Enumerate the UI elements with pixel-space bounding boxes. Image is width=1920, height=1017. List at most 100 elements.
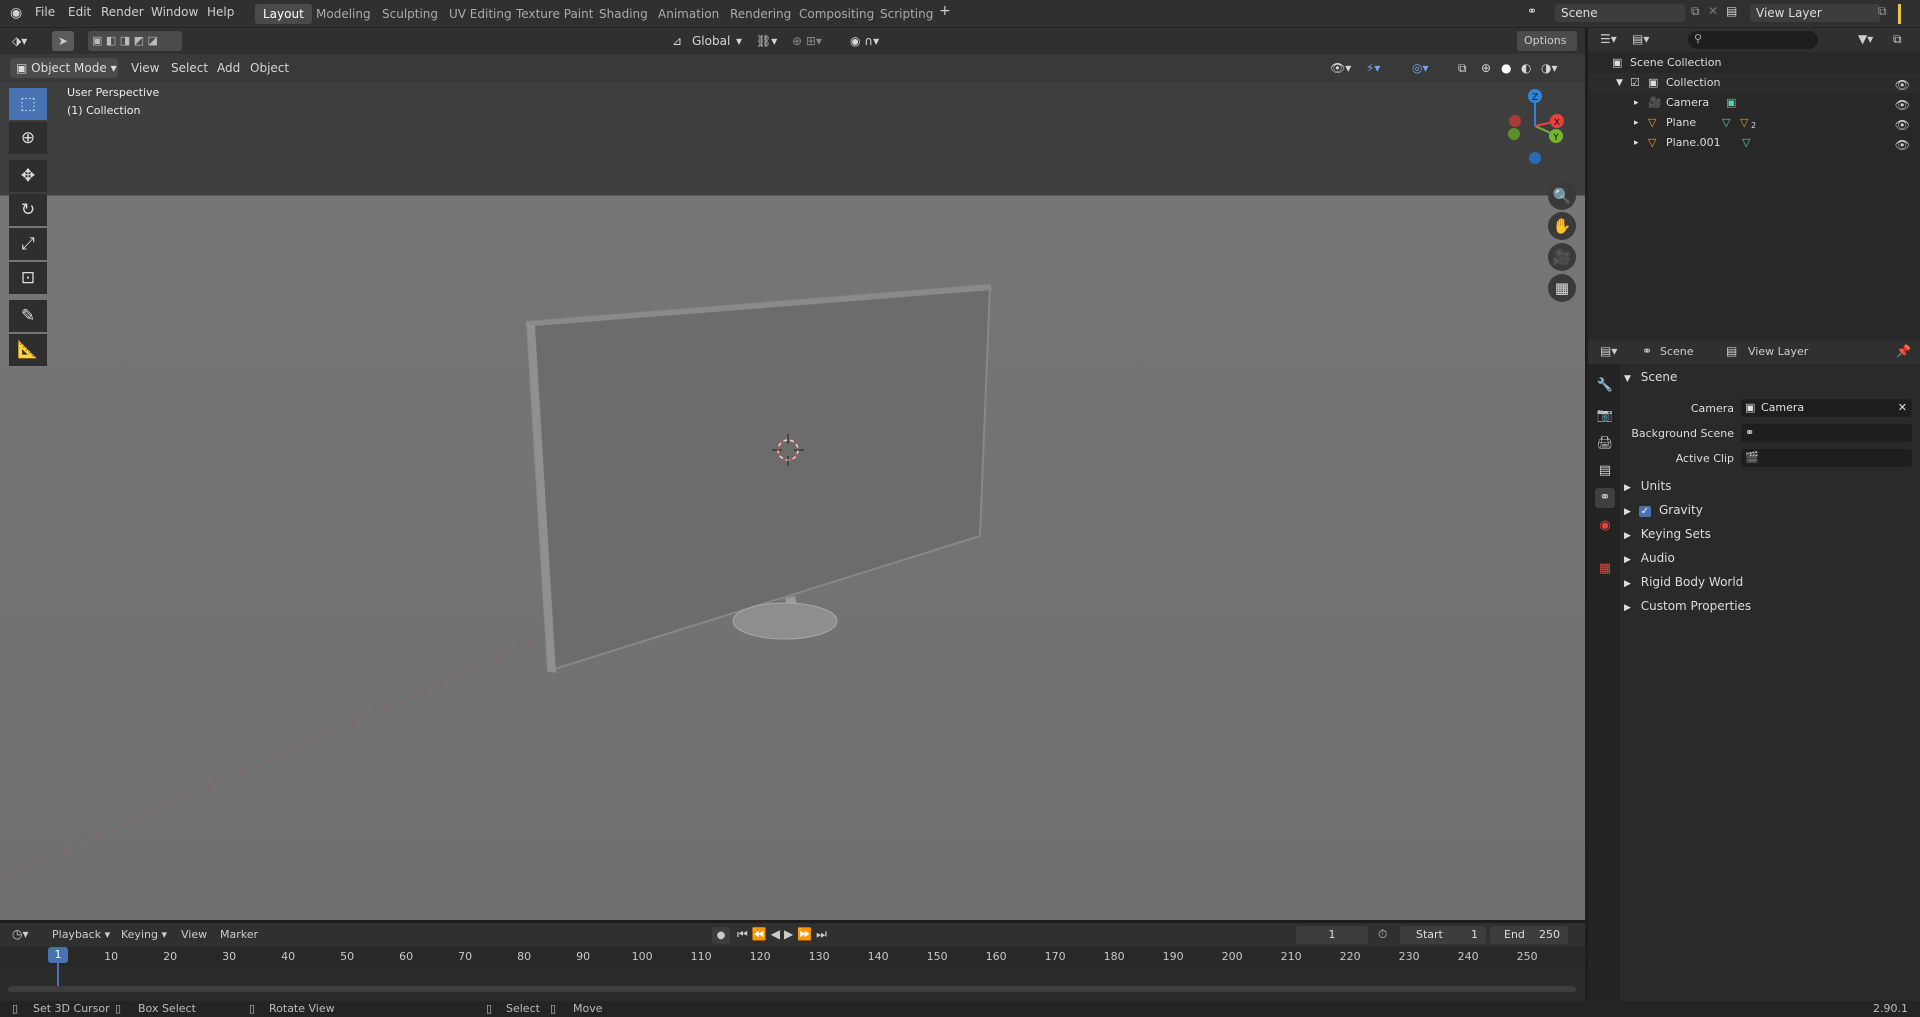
camera-prop-label: Camera — [1690, 402, 1734, 415]
background-scene-label: Background Scene — [1631, 427, 1734, 440]
tab-shading[interactable]: Shading — [591, 4, 656, 24]
breadcrumb-scene[interactable]: Scene — [1660, 345, 1694, 358]
cursor-tool[interactable]: ⊕ — [9, 122, 47, 154]
eye-icon[interactable]: 👁 — [1895, 115, 1910, 135]
zoom-icon[interactable]: 🔍 — [1548, 182, 1576, 210]
tool-tab-icon[interactable]: 🔧 — [1595, 376, 1615, 396]
outliner-row-camera[interactable]: ▸ 🎥 Camera ▣ 👁 — [1588, 93, 1920, 113]
tab-modeling[interactable]: Modeling — [308, 4, 379, 24]
tab-compositing[interactable]: Compositing — [791, 4, 882, 24]
outliner-row-collection[interactable]: ▼ ☑ ▣ Collection 👁 — [1588, 73, 1920, 93]
measure-tool[interactable]: 📐 — [9, 334, 47, 366]
record-icon[interactable]: ● — [712, 927, 730, 944]
outliner-search-input[interactable] — [1688, 31, 1818, 49]
expand-arrow-icon[interactable]: ▸ — [1634, 113, 1639, 133]
playhead-frame[interactable]: 1 — [48, 947, 68, 963]
move-tool[interactable]: ✥ — [9, 160, 47, 192]
editor-type-icon[interactable]: ◷▾ — [12, 927, 29, 941]
camera-view-icon[interactable]: 🎥 — [1548, 243, 1576, 271]
view-layer-tab-icon[interactable]: ▤ — [1595, 461, 1615, 481]
scene-field[interactable]: Scene — [1555, 4, 1685, 22]
view-layer-icon[interactable]: ▤ — [1726, 4, 1737, 18]
keying-sets-panel-header[interactable]: ▶ Keying Sets — [1620, 523, 1920, 545]
tab-layout[interactable]: Layout — [255, 4, 312, 24]
scene-selector-icon[interactable]: ⚭ — [1527, 4, 1537, 18]
eye-icon[interactable]: 👁 — [1895, 95, 1910, 115]
menu-window[interactable]: Window — [151, 5, 198, 19]
editor-type-icon[interactable]: ▤▾ — [1600, 344, 1617, 358]
start-frame-field[interactable]: Start 1 — [1400, 926, 1486, 944]
scene-icon: ⚭ — [1642, 344, 1653, 358]
current-frame-field[interactable]: 1 — [1296, 926, 1368, 944]
camera-prop-field[interactable]: ▣ Camera ✕ — [1741, 399, 1912, 417]
menu-edit[interactable]: Edit — [68, 5, 91, 19]
tab-texture-paint[interactable]: Texture Paint — [508, 4, 601, 24]
outliner-row-plane[interactable]: ▸ ▽ Plane ▽ ▽ 2 👁 — [1588, 113, 1920, 133]
annotate-tool[interactable]: ✎ — [9, 300, 47, 332]
eye-icon[interactable]: 👁 — [1895, 135, 1910, 155]
tab-rendering[interactable]: Rendering — [722, 4, 799, 24]
eye-icon[interactable]: 👁 — [1895, 75, 1910, 95]
timeline-ruler[interactable]: 1102030405060708090100110120130140150160… — [0, 947, 1585, 967]
world-tab-icon[interactable]: ◉ — [1595, 516, 1615, 536]
pin-icon[interactable]: 📌 — [1896, 344, 1911, 358]
checkbox-icon[interactable]: ☑ — [1630, 73, 1640, 93]
texture-tab-icon[interactable]: ▦ — [1595, 559, 1615, 579]
background-scene-field[interactable]: ⚭ — [1741, 424, 1912, 442]
expand-arrow-icon[interactable]: ▼ — [1616, 73, 1623, 93]
menu-render[interactable]: Render — [101, 5, 144, 19]
output-tab-icon[interactable]: 🖨 — [1595, 434, 1615, 454]
expand-arrow-icon[interactable]: ▸ — [1634, 93, 1639, 113]
transform-tool[interactable]: ⊡ — [9, 262, 47, 294]
pencil-icon: ✎ — [20, 306, 36, 326]
scene-panel-header[interactable]: ▼ Scene — [1620, 366, 1920, 388]
new-view-layer-icon[interactable]: ⧉ — [1878, 4, 1887, 19]
rigid-body-world-panel-header[interactable]: ▶ Rigid Body World — [1620, 571, 1920, 593]
mesh-object-icon: ▽ — [1648, 116, 1657, 129]
playback-controls-icon[interactable]: ⏮⏪◀▶⏩⏭ — [737, 927, 831, 942]
new-collection-icon[interactable]: ⧉ — [1893, 32, 1902, 47]
outliner-row-plane-001[interactable]: ▸ ▽ Plane.001 ▽ 👁 — [1588, 133, 1920, 153]
pan-hand-icon[interactable]: ✋ — [1548, 212, 1576, 240]
new-scene-icon[interactable]: ⧉ — [1691, 4, 1700, 19]
breadcrumb-view-layer[interactable]: View Layer — [1748, 345, 1808, 358]
menu-help[interactable]: Help — [207, 5, 234, 19]
view-layer-field[interactable]: View Layer — [1750, 4, 1880, 22]
gravity-panel-header[interactable]: ▶ ✓ Gravity — [1620, 499, 1920, 521]
tab-scripting[interactable]: Scripting — [872, 4, 941, 24]
tab-sculpting[interactable]: Sculpting — [374, 4, 446, 24]
delete-scene-icon[interactable]: ✕ — [1708, 4, 1718, 18]
gravity-checkbox[interactable]: ✓ — [1638, 506, 1652, 517]
stopwatch-icon[interactable]: ⏱ — [1378, 927, 1387, 942]
timeline-tick-label: 180 — [1103, 950, 1125, 963]
mesh-data-icon: ▽ — [1742, 136, 1751, 149]
custom-properties-panel-header[interactable]: ▶ Custom Properties — [1620, 595, 1920, 617]
menu-timeline-view[interactable]: View — [181, 928, 207, 941]
menu-playback[interactable]: Playback ▾ — [52, 928, 110, 941]
timeline-tick-label: 220 — [1339, 950, 1361, 963]
menu-marker[interactable]: Marker — [220, 928, 258, 941]
expand-arrow-icon[interactable]: ▸ — [1634, 133, 1639, 153]
filter-icon[interactable]: ▼▾ — [1858, 32, 1873, 46]
audio-panel-header[interactable]: ▶ Audio — [1620, 547, 1920, 569]
display-mode-icon[interactable]: ▤▾ — [1632, 32, 1649, 46]
tab-animation[interactable]: Animation — [650, 4, 727, 24]
rotate-tool[interactable]: ↻ — [9, 194, 47, 226]
menu-file[interactable]: File — [35, 5, 55, 19]
scale-tool[interactable]: ⤢ — [9, 228, 47, 260]
add-workspace-button[interactable]: + — [939, 3, 951, 19]
grid-view-icon[interactable]: ▦ — [1548, 274, 1576, 302]
blender-logo-icon[interactable]: ◉ — [10, 5, 22, 21]
menu-keying[interactable]: Keying ▾ — [121, 928, 167, 941]
outliner-row-scene-collection[interactable]: ▣ Scene Collection — [1588, 53, 1920, 73]
select-box-tool[interactable]: ⬚ — [9, 88, 47, 120]
timeline-scrollbar[interactable] — [8, 986, 1576, 992]
end-frame-field[interactable]: End 250 — [1490, 926, 1568, 944]
clear-icon[interactable]: ✕ — [1898, 399, 1907, 417]
active-clip-field[interactable]: 🎬 — [1741, 449, 1912, 467]
units-panel-header[interactable]: ▶ Units — [1620, 475, 1920, 497]
render-tab-icon[interactable]: 📷 — [1595, 406, 1615, 426]
scene-tab-icon[interactable]: ⚭ — [1595, 488, 1615, 508]
outliner-type-icon[interactable]: ☰▾ — [1600, 32, 1617, 46]
3d-viewport[interactable]: ⬗▾ ➤ ▣ ◧ ◨ ◩ ◪ ⊿ Global ▾ ⛓▾ ⊕ ⊞▾ ◉ ∩▾ O… — [0, 28, 1585, 920]
